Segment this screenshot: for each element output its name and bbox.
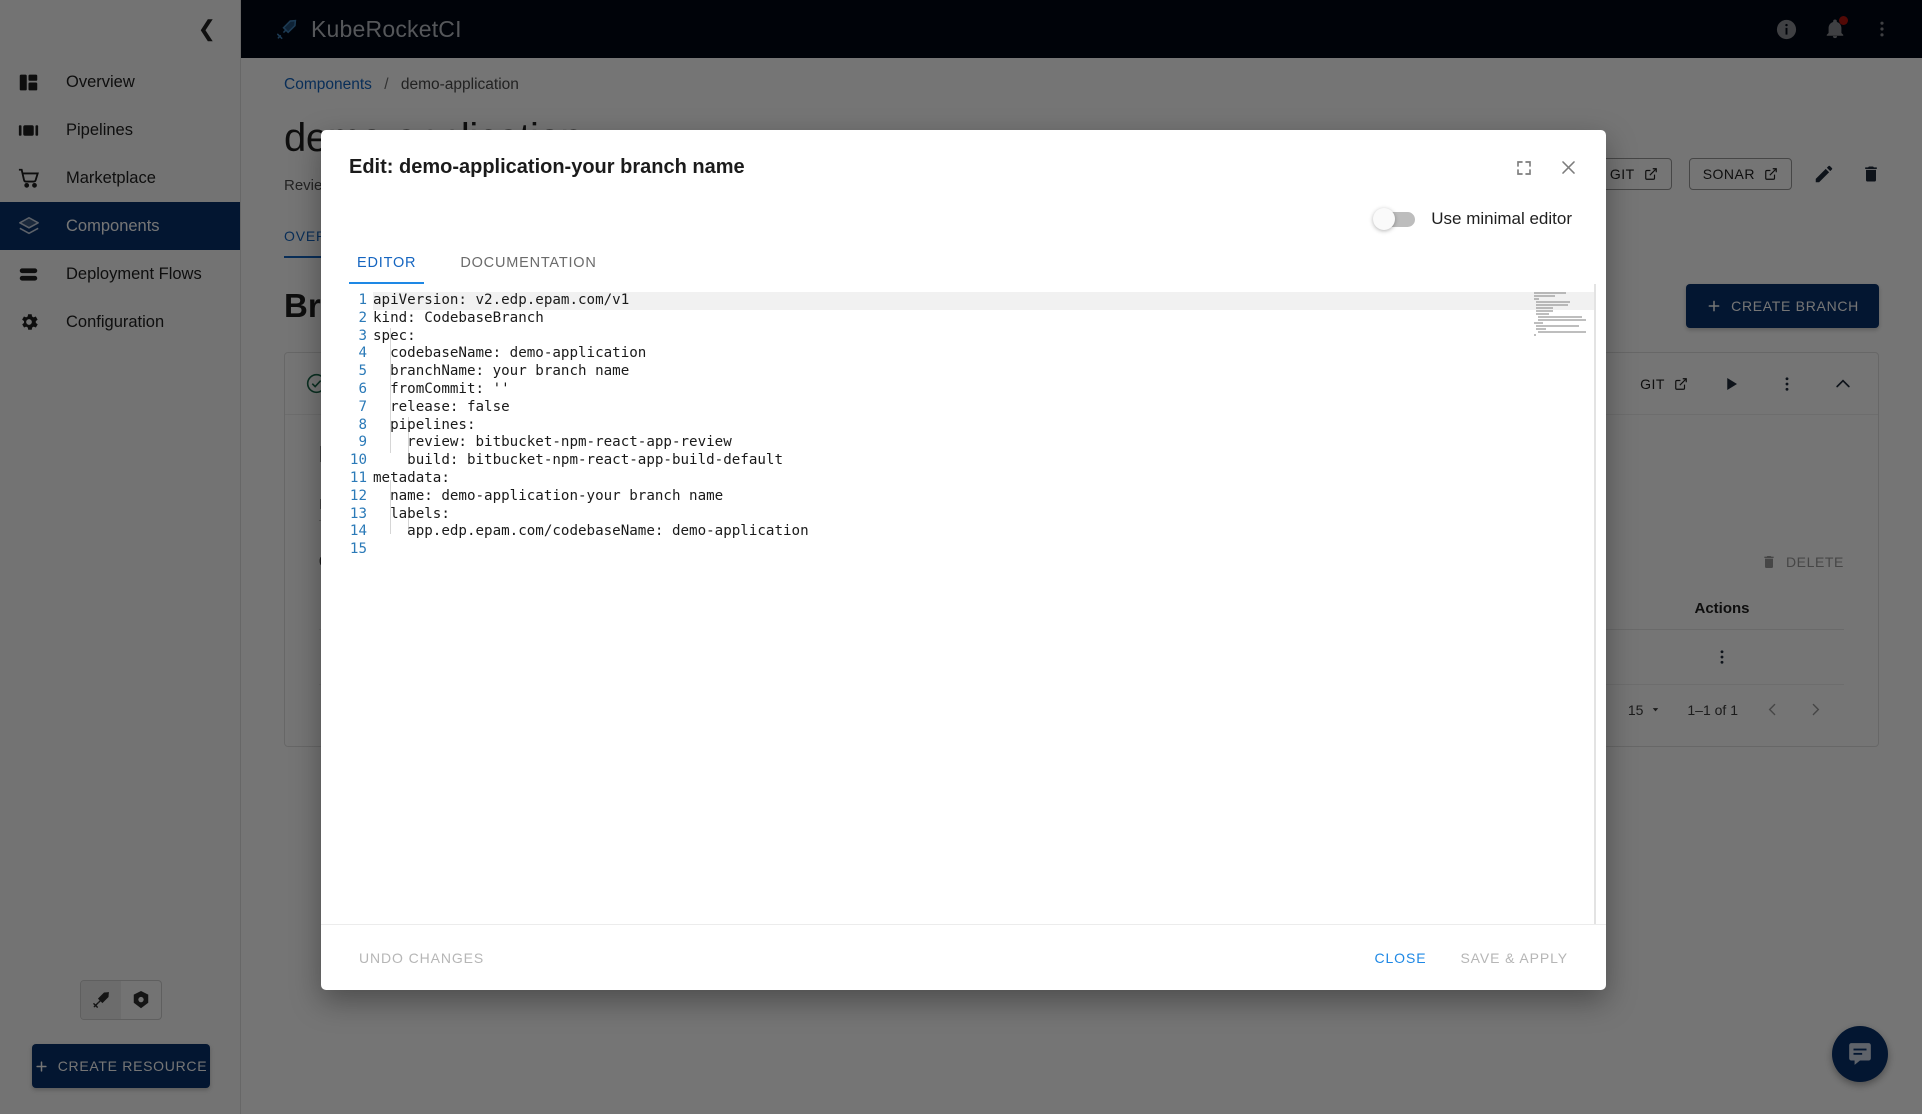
editor-line-number: 3 <box>321 328 373 346</box>
editor-line-number: 12 <box>321 488 373 506</box>
editor-code-line[interactable]: app.edp.epam.com/codebaseName: demo-appl… <box>373 523 1596 541</box>
editor-line-number: 5 <box>321 363 373 381</box>
minimap-line <box>1536 301 1570 303</box>
minimap-line <box>1536 328 1545 330</box>
yaml-editor[interactable]: 123456789101112131415 apiVersion: v2.edp… <box>321 284 1596 924</box>
dialog-footer-right: CLOSE SAVE & APPLY <box>1364 942 1578 974</box>
editor-code-line[interactable]: metadata: <box>373 470 1596 488</box>
use-minimal-editor-toggle[interactable] <box>1375 212 1415 227</box>
editor-line-numbers: 123456789101112131415 <box>321 284 373 924</box>
editor-code-line[interactable]: labels: <box>373 506 1596 524</box>
editor-line-number: 15 <box>321 541 373 559</box>
editor-line-number: 10 <box>321 452 373 470</box>
editor-code-area[interactable]: apiVersion: v2.edp.epam.com/v1kind: Code… <box>373 284 1596 924</box>
close-button[interactable]: CLOSE <box>1364 942 1436 974</box>
use-minimal-editor-label: Use minimal editor <box>1431 209 1572 229</box>
dialog-tabs: EDITOR DOCUMENTATION <box>321 229 1606 284</box>
undo-changes-button[interactable]: UNDO CHANGES <box>349 942 494 974</box>
editor-line-number: 11 <box>321 470 373 488</box>
editor-code-line[interactable]: apiVersion: v2.edp.epam.com/v1 <box>373 292 1596 310</box>
dialog-title: Edit: demo-application-your branch name <box>349 156 745 179</box>
editor-line-number: 7 <box>321 399 373 417</box>
edit-resource-dialog: Edit: demo-application-your branch name … <box>321 130 1606 990</box>
editor-code-line[interactable]: release: false <box>373 399 1596 417</box>
minimap-line <box>1534 322 1543 324</box>
editor-line-number: 8 <box>321 417 373 435</box>
editor-code-line[interactable]: name: demo-application-your branch name <box>373 488 1596 506</box>
minimap-line <box>1534 295 1555 297</box>
editor-code-line[interactable] <box>373 541 1596 559</box>
minimap-line <box>1536 304 1568 306</box>
editor-code-line[interactable]: fromCommit: '' <box>373 381 1596 399</box>
editor-line-number: 6 <box>321 381 373 399</box>
editor-vertical-scrollbar[interactable] <box>1594 284 1596 924</box>
editor-code-line[interactable]: branchName: your branch name <box>373 363 1596 381</box>
dialog-footer: UNDO CHANGES CLOSE SAVE & APPLY <box>321 924 1606 990</box>
editor-line-number: 14 <box>321 523 373 541</box>
minimap-line <box>1536 325 1579 327</box>
editor-code-line[interactable]: codebaseName: demo-application <box>373 345 1596 363</box>
close-icon[interactable] <box>1559 158 1578 177</box>
editor-minimap[interactable] <box>1534 292 1582 332</box>
editor-code-line[interactable]: review: bitbucket-npm-react-app-review <box>373 434 1596 452</box>
editor-line-number: 9 <box>321 434 373 452</box>
editor-line-number: 2 <box>321 310 373 328</box>
editor-code-line[interactable]: kind: CodebaseBranch <box>373 310 1596 328</box>
minimap-line <box>1538 331 1586 333</box>
minimal-editor-toggle-row: Use minimal editor <box>321 185 1606 229</box>
editor-code-line[interactable]: build: bitbucket-npm-react-app-build-def… <box>373 452 1596 470</box>
save-and-apply-button[interactable]: SAVE & APPLY <box>1450 942 1578 974</box>
dialog-header: Edit: demo-application-your branch name <box>321 130 1606 185</box>
minimap-line <box>1538 316 1582 318</box>
minimap-line <box>1536 307 1553 309</box>
minimap-line <box>1536 310 1553 312</box>
editor-code-line[interactable]: pipelines: <box>373 417 1596 435</box>
fullscreen-icon[interactable] <box>1515 159 1533 177</box>
minimap-line <box>1534 292 1566 294</box>
editor-code-line[interactable]: spec: <box>373 328 1596 346</box>
minimap-line <box>1538 319 1586 321</box>
tab-documentation[interactable]: DOCUMENTATION <box>452 255 604 284</box>
dialog-header-actions <box>1515 158 1578 177</box>
minimap-line <box>1534 298 1539 300</box>
editor-line-number: 13 <box>321 506 373 524</box>
tab-editor[interactable]: EDITOR <box>349 255 424 284</box>
editor-line-number: 1 <box>321 292 373 310</box>
minimap-line <box>1534 334 1536 336</box>
editor-line-number: 4 <box>321 345 373 363</box>
minimap-line <box>1536 313 1549 315</box>
toggle-knob <box>1373 208 1395 230</box>
